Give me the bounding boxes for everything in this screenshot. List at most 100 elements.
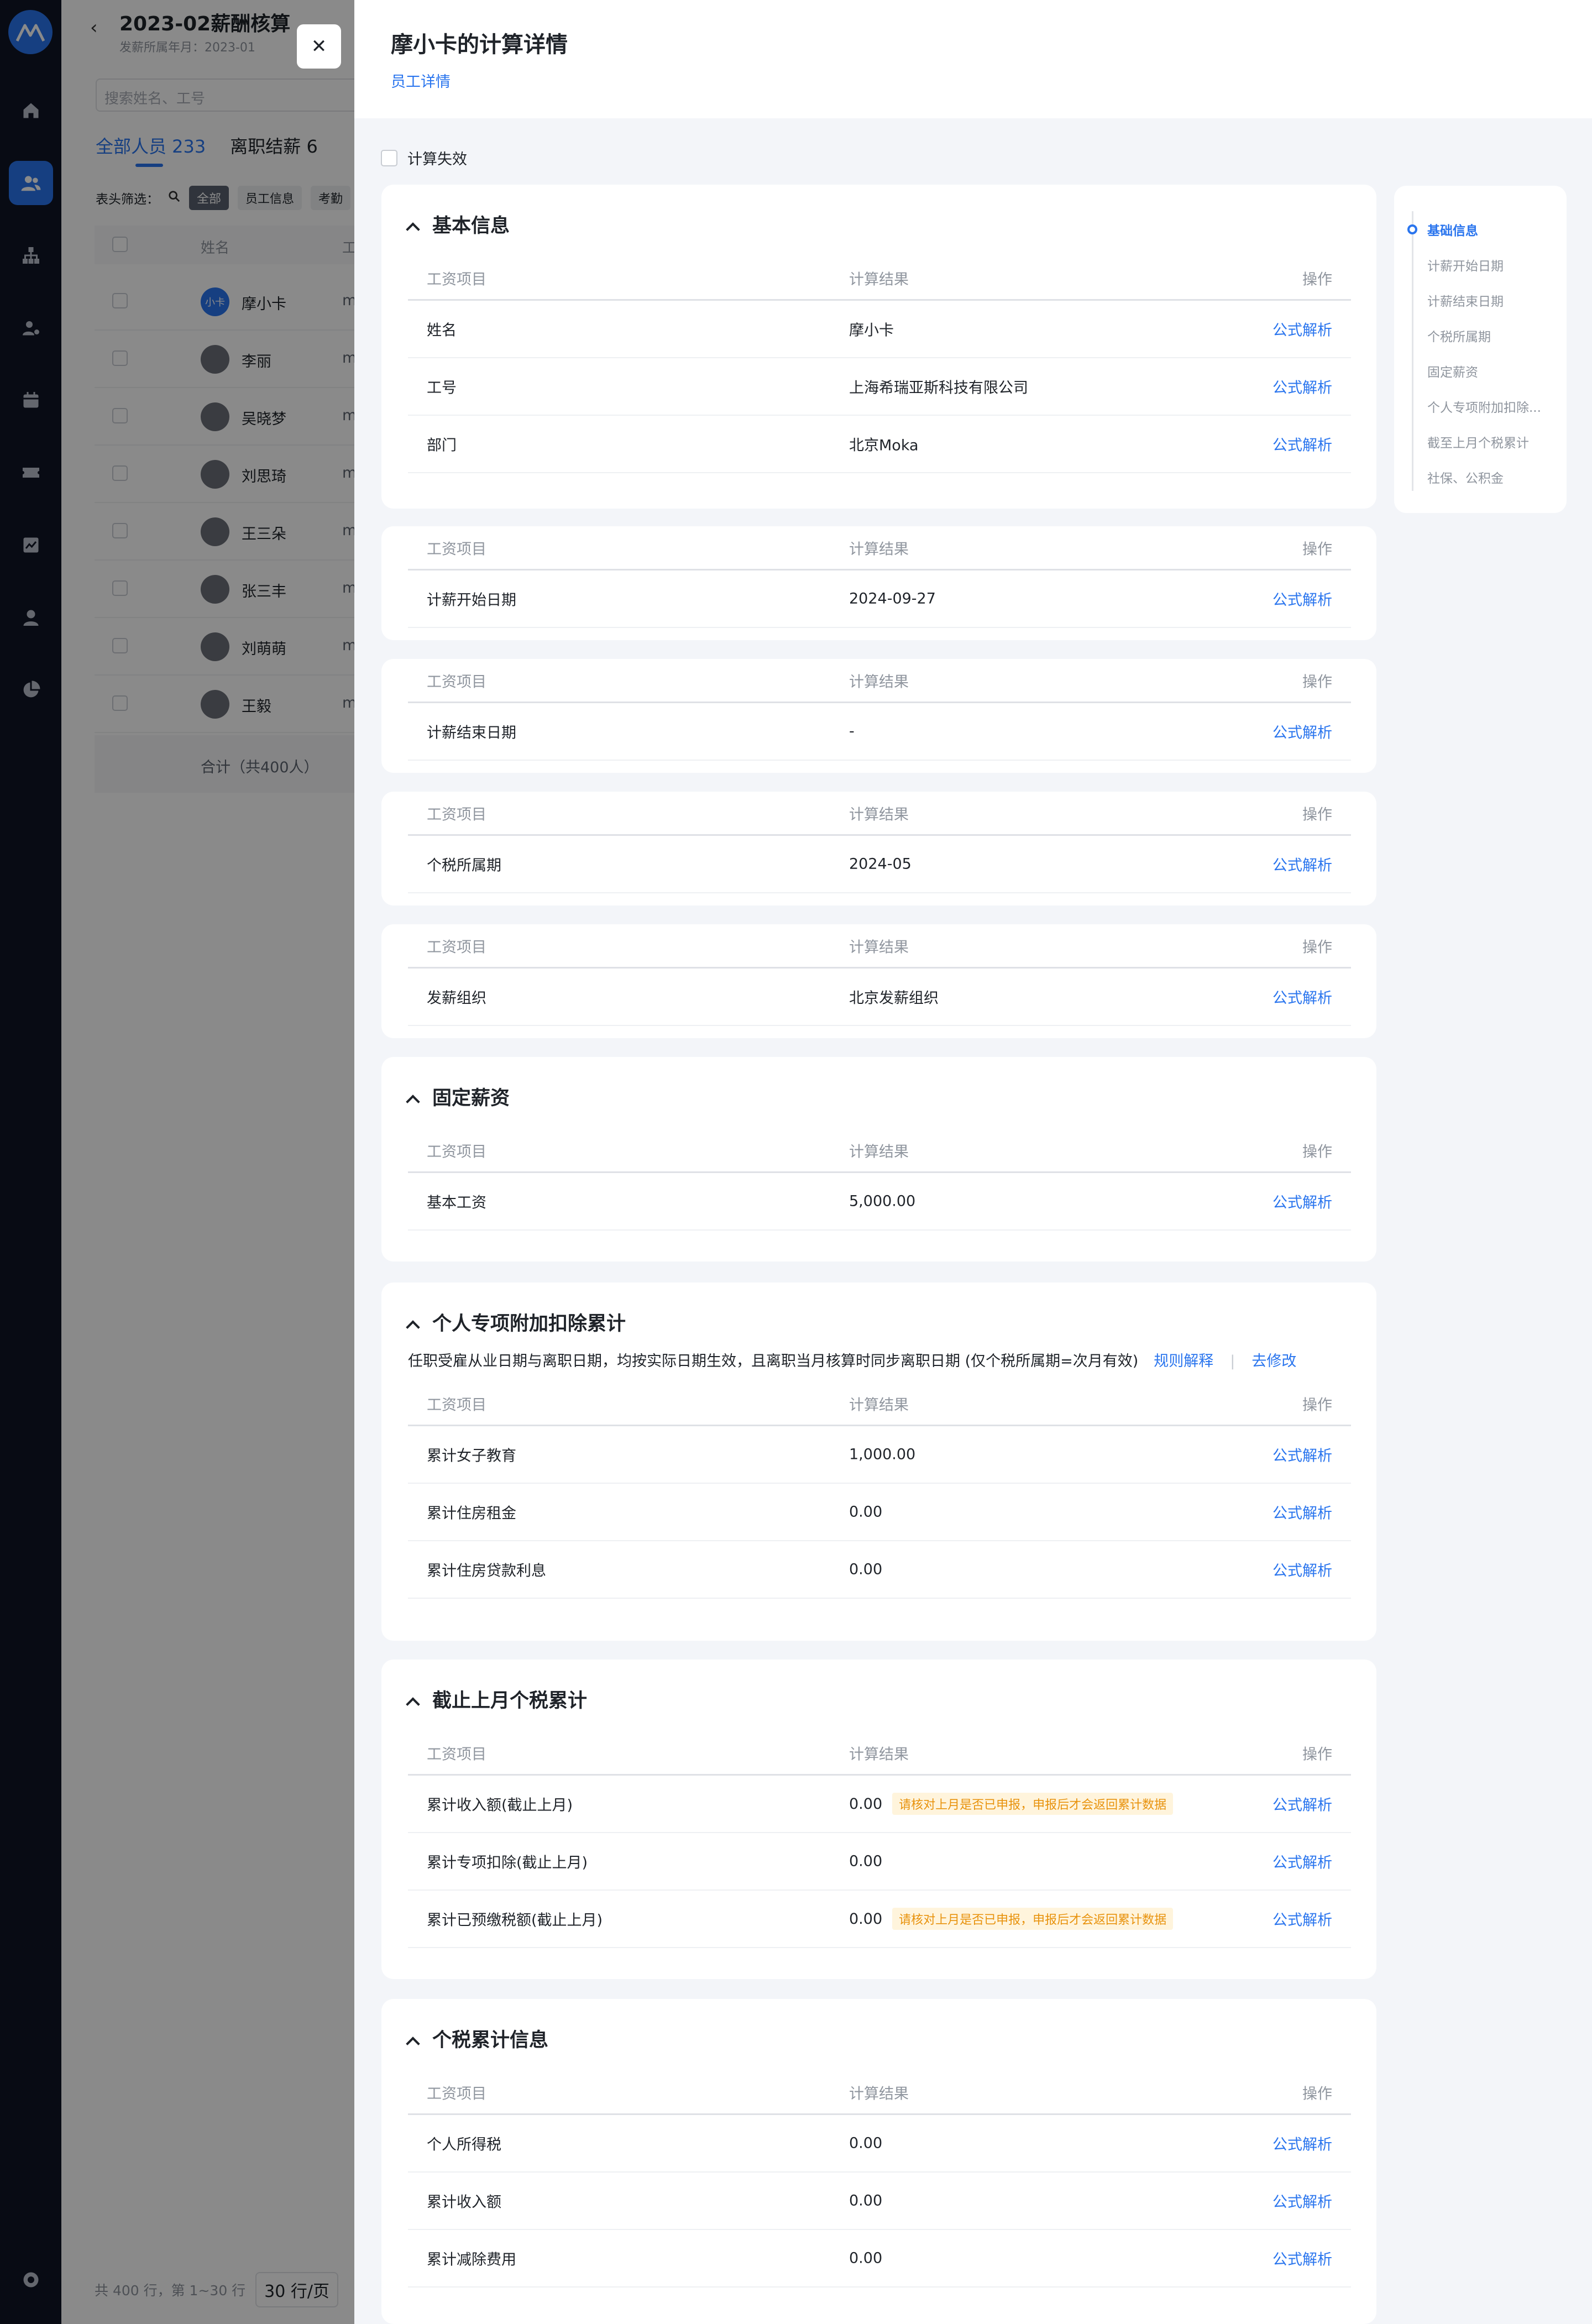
section-title[interactable]: 个税累计信息 [406,2024,548,2053]
formula-analysis-link[interactable]: 公式解析 [1272,433,1332,455]
calculation-detail-drawer: 摩小卡的计算详情 员工详情 计算失效 基本信息 工资项目 计算结果 操作 姓名 摩小卡… [354,0,1592,2324]
rule-explain-link[interactable]: 规则解释 [1154,1353,1213,1370]
anchor-track [1412,211,1413,491]
edit-link[interactable]: 去修改 [1251,1353,1296,1370]
section-title[interactable]: 固定薪资 [406,1082,510,1111]
employee-detail-link[interactable]: 员工详情 [391,70,451,91]
section-special-deductions: 个人专项附加扣除累计 任职受雇从业日期与离职日期，均按实际日期生效，且离职当月核… [381,1283,1376,1641]
anchor-item[interactable]: 计薪开始日期 [1427,255,1504,274]
table-row: 计薪结束日期 - 公式解析 [408,703,1351,761]
salary-item: 姓名 [427,322,457,339]
calc-result: 0.00 [849,2250,882,2267]
result-value: 摩小卡 [849,322,894,339]
anchor-item[interactable]: 社保、公积金 [1427,468,1504,486]
calc-result: 0.00 [849,2135,882,2152]
section-title[interactable]: 个人专项附加扣除累计 [406,1308,626,1336]
formula-analysis-link[interactable]: 公式解析 [1272,1793,1332,1815]
formula-analysis-link[interactable]: 公式解析 [1272,1851,1332,1872]
formula-analysis-link[interactable]: 公式解析 [1272,2248,1332,2269]
close-icon: ✕ [311,35,327,57]
result-value: 2024-05 [849,855,912,873]
section-start-date: 工资项目 计算结果 操作 计薪开始日期 2024-09-27 公式解析 [381,526,1376,640]
formula-analysis-link[interactable]: 公式解析 [1272,588,1332,610]
calc-result: 0.00 [849,1853,882,1870]
formula-analysis-link[interactable]: 公式解析 [1272,1559,1332,1580]
calc-invalid-label: 计算失效 [407,151,467,168]
salary-item: 累计收入额 [427,2194,501,2211]
table-row: 部门 北京Moka 公式解析 [408,416,1351,473]
calc-result: 0.00 [849,2192,882,2210]
calc-result: - [849,723,855,740]
warning-tag: 请核对上月是否已申报，申报后才会返回累计数据 [892,1793,1174,1815]
section-tax-period: 工资项目 计算结果 操作 个税所属期 2024-05 公式解析 [381,792,1376,905]
formula-analysis-link[interactable]: 公式解析 [1272,1191,1332,1212]
warning-tag: 请核对上月是否已申报，申报后才会返回累计数据 [892,1908,1174,1930]
table-row: 计薪开始日期 2024-09-27 公式解析 [408,570,1351,628]
calc-result: 2024-09-27 [849,590,936,608]
col-result-header: 计算结果 [849,271,909,288]
salary-item: 累计减除费用 [427,2251,516,2269]
anchor-item[interactable]: 基础信息 [1427,220,1478,239]
formula-analysis-link[interactable]: 公式解析 [1272,2133,1332,2154]
formula-analysis-link[interactable]: 公式解析 [1272,1501,1332,1523]
result-value: 0.00 [849,1561,883,1578]
drawer-header: 摩小卡的计算详情 员工详情 [354,0,1592,118]
table-header: 工资项目 计算结果 操作 [408,526,1351,570]
section-basic-info: 基本信息 工资项目 计算结果 操作 姓名 摩小卡 公式解析 工号 上海希瑞亚斯科技有限公司公… [381,185,1376,509]
formula-analysis-link[interactable]: 公式解析 [1272,854,1332,875]
close-drawer-button[interactable]: ✕ [297,24,341,69]
table-header: 工资项目 计算结果 操作 [408,659,1351,703]
table-header: 工资项目 计算结果 操作 [408,924,1351,969]
formula-analysis-link[interactable]: 公式解析 [1272,721,1332,742]
anchor-item[interactable]: 固定薪资 [1427,362,1478,380]
drawer-title: 摩小卡的计算详情 [391,32,568,57]
formula-analysis-link[interactable]: 公式解析 [1272,2190,1332,2212]
salary-item: 发薪组织 [427,990,486,1007]
checkbox[interactable] [381,149,397,166]
result-value: 0.00 [849,2249,883,2267]
calc-result: 上海希瑞亚斯科技有限公司 [849,376,1028,397]
col-item-header: 工资项目 [427,271,486,288]
section-fixed-salary: 固定薪资 工资项目 计算结果 操作 基本工资 5,000.00 公式解析 [381,1057,1376,1262]
section-title[interactable]: 基本信息 [406,210,510,238]
table-row: 基本工资 5,000.00 公式解析 [408,1173,1351,1231]
collapse-chevron-icon[interactable] [406,1697,420,1711]
formula-analysis-link[interactable]: 公式解析 [1272,1908,1332,1930]
calc-result: 摩小卡 [849,318,894,340]
section-pay-org: 工资项目 计算结果 操作 发薪组织 北京发薪组织 公式解析 [381,924,1376,1038]
section-title[interactable]: 截止上月个税累计 [406,1685,587,1713]
section-end-date: 工资项目 计算结果 操作 计薪结束日期 - 公式解析 [381,659,1376,773]
salary-item: 累计已预缴税额(截止上月) [427,1912,603,1929]
result-value: 1,000.00 [849,1446,916,1463]
anchor-active-dot-icon [1407,224,1417,234]
formula-analysis-link[interactable]: 公式解析 [1272,1444,1332,1465]
calc-invalid-checkbox[interactable]: 计算失效 [381,147,467,169]
result-value: 0.00 [849,2134,883,2152]
anchor-item[interactable]: 计薪结束日期 [1427,291,1504,310]
table-row: 工号 上海希瑞亚斯科技有限公司 公式解析 [408,358,1351,416]
table-row: 累计已预缴税额(截止上月) 0.00 请核对上月是否已申报，申报后才会返回累计数据 公… [408,1891,1351,1948]
anchor-item[interactable]: 个人专项附加扣除... [1427,397,1541,416]
salary-item: 累计专项扣除(截止上月) [427,1854,588,1872]
anchor-item[interactable]: 截至上月个税累计 [1427,432,1529,451]
table-header: 工资项目 计算结果 操作 [408,2071,1351,2115]
collapse-chevron-icon[interactable] [406,2037,420,2051]
result-value: - [849,723,855,740]
table-row: 累计收入额 0.00 公式解析 [408,2173,1351,2230]
result-value: 上海希瑞亚斯科技有限公司 [849,379,1028,397]
anchor-nav: 基础信息计薪开始日期 计薪结束日期 个税所属期固定薪资个人专项附加扣除... 截至上月… [1394,186,1567,513]
collapse-chevron-icon[interactable] [406,1095,420,1109]
table-row: 累计住房贷款利息 0.00 公式解析 [408,1541,1351,1599]
collapse-chevron-icon[interactable] [406,222,420,237]
result-value: 0.00 [849,1910,883,1928]
salary-item: 累计收入额(截止上月) [427,1797,573,1814]
collapse-chevron-icon[interactable] [406,1320,420,1334]
salary-item: 累计住房贷款利息 [427,1562,546,1580]
anchor-item[interactable]: 个税所属期 [1427,326,1491,345]
table-row: 个人所得税 0.00 公式解析 [408,2115,1351,2173]
formula-analysis-link[interactable]: 公式解析 [1272,376,1332,397]
section-tax-total: 个税累计信息 工资项目 计算结果 操作 个人所得税 0.00 公式解析 累计收入额 0.00… [381,1999,1376,2324]
formula-analysis-link[interactable]: 公式解析 [1272,318,1332,340]
modal-overlay[interactable] [0,0,354,2324]
formula-analysis-link[interactable]: 公式解析 [1272,986,1332,1008]
